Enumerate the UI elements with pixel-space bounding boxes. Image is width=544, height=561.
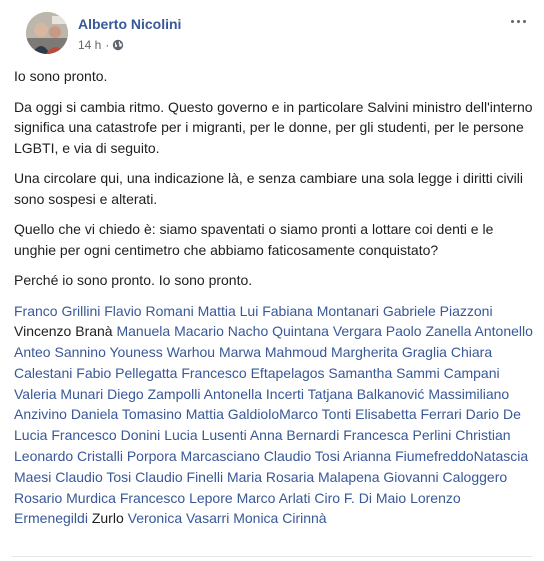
post-paragraph: Quello che vi chiedo è: siamo spaventati… bbox=[14, 221, 494, 258]
tagged-person[interactable]: Nacho Quintana Vergara bbox=[228, 323, 382, 339]
avatar-photo-icon bbox=[26, 12, 68, 54]
tagged-person[interactable]: Anna Bernardi bbox=[250, 427, 340, 443]
tagged-person[interactable]: Claudio Tosi bbox=[264, 448, 340, 464]
tagged-person[interactable]: Mattia Lui bbox=[198, 303, 259, 319]
tagged-person[interactable]: Margherita Graglia bbox=[331, 344, 447, 360]
tagged-person[interactable]: Sammi Campani bbox=[396, 365, 499, 381]
more-dot bbox=[510, 19, 514, 23]
post-paragraph: Perché io sono pronto. Io sono pronto. bbox=[14, 272, 253, 288]
tagged-person[interactable]: Claudio Finelli bbox=[135, 469, 223, 485]
tagged-person[interactable]: Mattia GaldioloMarco bbox=[186, 406, 318, 422]
tagged-person[interactable]: Claudio Tosi bbox=[55, 469, 131, 485]
tagged-person[interactable]: Tatjana Balkanović bbox=[308, 386, 425, 402]
post-timestamp[interactable]: 14 h bbox=[78, 38, 101, 52]
more-dot bbox=[522, 19, 526, 23]
avatar[interactable] bbox=[26, 12, 68, 54]
tagged-person[interactable]: Franco Grillini bbox=[14, 303, 100, 319]
tagged-person: Zurlo bbox=[91, 510, 124, 527]
tagged-person[interactable]: Diego Zampolli bbox=[107, 386, 200, 402]
post-meta: 14 h · bbox=[78, 38, 124, 52]
meta-separator: · bbox=[105, 38, 110, 52]
tagged-person[interactable]: Maesi bbox=[14, 469, 51, 485]
tagged-person[interactable]: Fabiana Montanari bbox=[262, 303, 379, 319]
tagged-person[interactable]: Paolo Zanella bbox=[386, 323, 472, 339]
tagged-person[interactable]: Flavio Romani bbox=[104, 303, 193, 319]
tagged-person[interactable]: Francesca Perlini bbox=[343, 427, 451, 443]
tagged-person[interactable]: Francesco Lepore bbox=[120, 490, 233, 506]
tagged-person[interactable]: Monica Cirinnà bbox=[233, 510, 326, 526]
post-header: Alberto Nicolini 14 h · bbox=[14, 0, 532, 62]
tagged-person[interactable]: Tonti bbox=[322, 406, 352, 422]
tagged-person[interactable]: Marco Arlati bbox=[237, 490, 311, 506]
post-paragraph: Una circolare qui, una indicazione là, e… bbox=[14, 170, 523, 207]
tagged-person[interactable]: Daniela Tomasino bbox=[71, 406, 182, 422]
tagged-person[interactable]: Marwa Mahmoud bbox=[219, 344, 327, 360]
tagged-person[interactable]: Veronica Vasarri bbox=[128, 510, 230, 526]
tagged-person[interactable]: Gabriele Piazzoni bbox=[383, 303, 493, 319]
tagged-person[interactable]: Manuela Macario bbox=[116, 323, 223, 339]
tagged-person[interactable]: Elisabetta Ferrari bbox=[355, 406, 462, 422]
tagged-person: Vincenzo Branà bbox=[14, 323, 113, 340]
more-dot bbox=[516, 19, 520, 23]
tagged-person[interactable]: Francesco Eftapelagos Samantha bbox=[181, 365, 392, 381]
post-paragraph: Da oggi si cambia ritmo. Questo governo … bbox=[14, 98, 533, 156]
tagged-person[interactable]: Maria Rosaria Malapena bbox=[227, 469, 380, 485]
more-options-icon[interactable] bbox=[508, 14, 528, 28]
tagged-person[interactable]: Ciro F. Di Maio bbox=[314, 490, 406, 506]
tagged-people-list: Franco Grillini Flavio Romani Mattia Lui… bbox=[14, 301, 534, 530]
facebook-post: Alberto Nicolini 14 h · Io sono pronto. … bbox=[0, 0, 544, 561]
tagged-person[interactable]: Francesco Donini bbox=[51, 427, 160, 443]
post-divider bbox=[12, 556, 532, 557]
tagged-person[interactable]: Porpora Marcasciano bbox=[127, 448, 260, 464]
tagged-person[interactable]: Antonella Incerti bbox=[204, 386, 304, 402]
post-paragraph: Io sono pronto. bbox=[14, 68, 108, 84]
tagged-person[interactable]: Lucia Lusenti bbox=[164, 427, 247, 443]
globe-icon[interactable] bbox=[112, 39, 124, 51]
post-body: Io sono pronto. Da oggi si cambia ritmo.… bbox=[14, 66, 534, 529]
tagged-person[interactable]: Arianna FiumefreddoNatascia bbox=[343, 448, 528, 464]
tagged-person[interactable]: Youness Warhou bbox=[110, 344, 216, 360]
tagged-person[interactable]: Valeria Munari bbox=[14, 386, 103, 402]
tagged-person[interactable]: Fabio Pellegatta bbox=[76, 365, 177, 381]
post-author-name[interactable]: Alberto Nicolini bbox=[78, 16, 181, 32]
